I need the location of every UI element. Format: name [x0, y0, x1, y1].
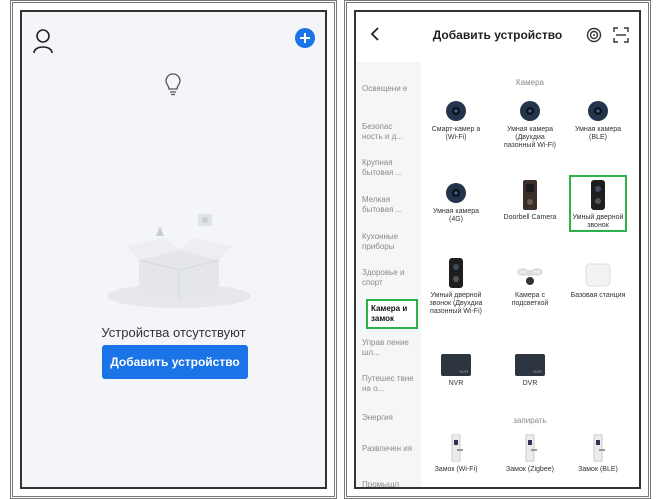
sidebar-item-security[interactable]: Безопас ность и д... [362, 122, 414, 142]
sidebar-item-camera-lock[interactable]: Камера и замок [366, 299, 418, 329]
device-label: Умная камера (Двухдиа пазонный Wi-Fi) [504, 126, 556, 149]
sidebar-item-travel[interactable]: Путешес твие на о... [362, 374, 414, 394]
header: Добавить устройство [356, 12, 639, 58]
device-item[interactable]: Умный дверной звонок (Двухдиа пазонный W… [427, 258, 485, 316]
device-item[interactable]: Doorbell Camera [501, 180, 559, 222]
nvr-icon: NVR [441, 354, 471, 376]
camera-icon [446, 183, 466, 203]
device-item[interactable]: NVR NVR [427, 354, 485, 388]
sidebar-item-large-appliances[interactable]: Крупная бытовая ... [362, 158, 414, 178]
device-item[interactable]: Умная камера (4G) [427, 182, 485, 224]
sidebar-item-kitchen[interactable]: Кухонные приборы [362, 232, 414, 252]
left-phone-frame: Устройства отсутствуют Добавить устройст… [10, 0, 337, 499]
device-label: Умная камера (BLE) [574, 126, 622, 141]
device-label: Камера с подсветкой [511, 292, 549, 307]
floodlight-camera-icon [517, 268, 543, 285]
device-item[interactable]: Базовая станция [569, 262, 627, 300]
dvr-badge: DVR [534, 369, 543, 374]
device-item[interactable]: Умная камера (BLE) [569, 100, 627, 142]
device-label: Умный дверной звонок [572, 214, 624, 229]
section-title-lock: запирать [513, 416, 547, 425]
device-item[interactable]: DVR DVR [501, 354, 559, 388]
lightbulb-icon [165, 73, 181, 96]
sidebar-item-entertainment[interactable]: Развлечен ия [362, 444, 414, 454]
add-circle-icon[interactable] [295, 28, 315, 48]
wifi-scan-icon[interactable] [586, 27, 602, 43]
device-label: Замок (Zigbee) [506, 466, 554, 473]
add-device-button[interactable]: Добавить устройство [102, 345, 248, 379]
sidebar-item-lighting[interactable]: Освещени е [362, 84, 414, 94]
qr-scan-icon[interactable] [613, 27, 629, 43]
device-item-highlighted[interactable]: Умный дверной звонок [569, 175, 627, 232]
device-item[interactable]: Замок (Zigbee) [501, 434, 559, 474]
device-label: DVR [522, 380, 538, 387]
device-label: Смарт-камер а (Wi-Fi) [431, 126, 481, 141]
device-item[interactable]: Смарт-камер а (Wi-Fi) [427, 100, 485, 142]
sidebar-item-health[interactable]: Здоровье и спорт [362, 268, 414, 288]
nvr-badge: NVR [460, 369, 469, 374]
sidebar-item-small-appliances[interactable]: Мелкая бытовая ... [362, 195, 414, 215]
sidebar-item-energy[interactable]: Энергия [362, 413, 414, 423]
right-phone-frame: Добавить устройство Освещени е Безопас н… [344, 0, 651, 499]
device-label: Замок (Wi-Fi) [434, 466, 478, 473]
device-label: Замок (BLE) [578, 466, 618, 473]
device-label: Умный дверной звонок (Двухдиа пазонный W… [429, 292, 483, 315]
device-label: Умная камера (4G) [432, 208, 480, 223]
lock-icon [525, 434, 537, 462]
lock-icon [593, 434, 605, 462]
sidebar-item-control[interactable]: Управ ление шл... [362, 338, 414, 358]
doorbell-icon [523, 180, 537, 210]
empty-box-illustration [107, 214, 251, 308]
doorbell-icon [449, 258, 463, 288]
device-label: Базовая станция [570, 292, 626, 299]
device-label: Doorbell Camera [503, 214, 557, 221]
camera-icon [588, 101, 608, 121]
dvr-icon: DVR [515, 354, 545, 376]
device-grid: Камера Смарт-камер а (Wi-Fi) Умная камер… [421, 62, 639, 487]
camera-icon [446, 101, 466, 121]
sidebar-item-industry[interactable]: Промышл енность ... [362, 480, 414, 487]
add-device-screen: Добавить устройство Освещени е Безопас н… [354, 10, 641, 489]
section-title-camera: Камера [516, 78, 544, 87]
base-station-icon [585, 263, 611, 287]
device-item[interactable]: Камера с подсветкой [501, 262, 559, 308]
device-item[interactable]: Замок (Wi-Fi) [427, 434, 485, 474]
empty-state-text: Устройства отсутствуют [101, 325, 246, 340]
device-item[interactable]: Умная камера (Двухдиа пазонный Wi-Fi) [501, 100, 559, 150]
doorbell-icon [591, 180, 605, 210]
category-sidebar: Освещени е Безопас ность и д... Крупная … [356, 62, 421, 487]
user-icon[interactable] [32, 28, 54, 54]
home-screen: Устройства отсутствуют Добавить устройст… [20, 10, 327, 489]
device-label: NVR [448, 380, 464, 387]
camera-icon [520, 101, 540, 121]
lock-icon [451, 434, 463, 462]
device-item[interactable]: Замок (BLE) [569, 434, 627, 474]
